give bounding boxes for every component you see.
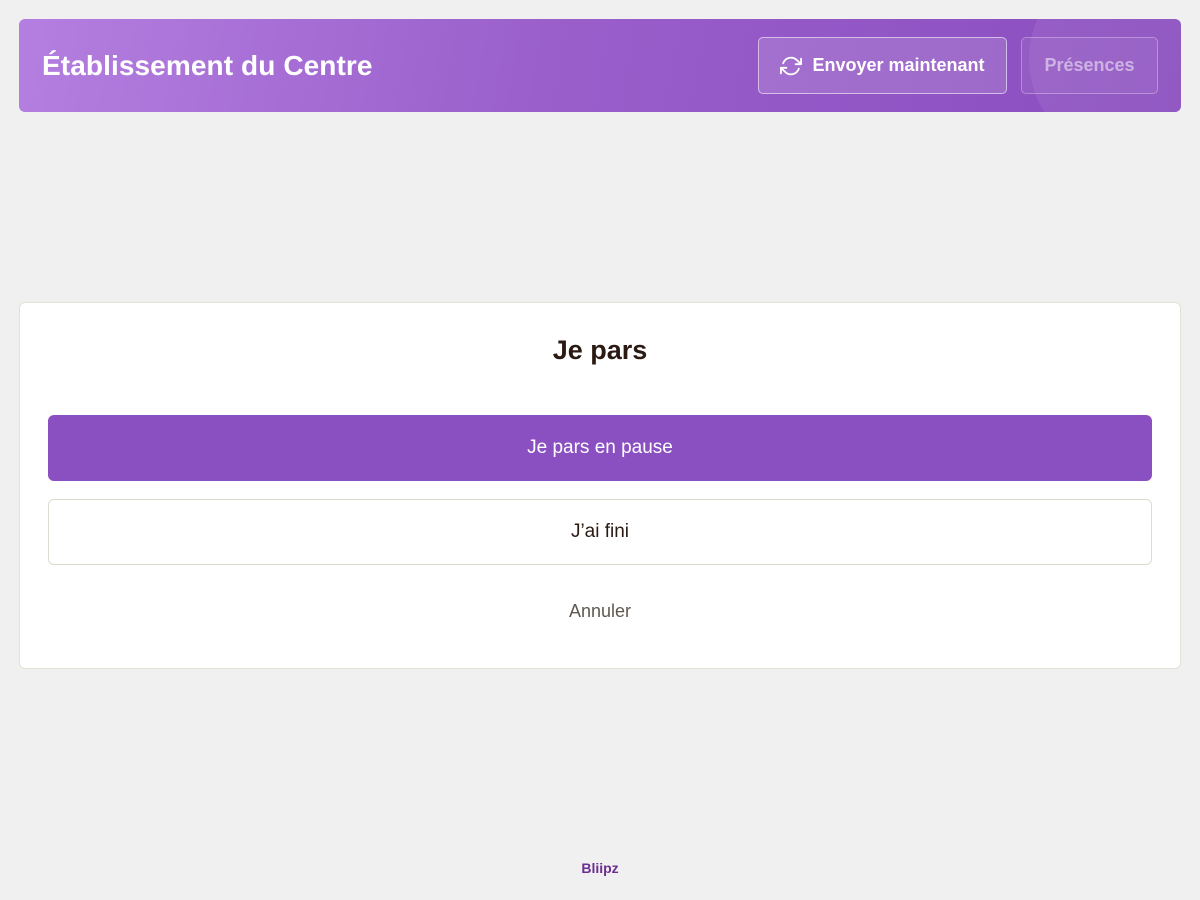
establishment-title: Établissement du Centre [42,49,373,81]
presences-label: Présences [1044,55,1135,75]
pause-button-label: Je pars en pause [527,437,673,458]
send-now-label: Envoyer maintenant [812,55,985,75]
leave-dialog: Je pars Je pars en pause J’ai fini Annul… [19,302,1181,669]
presences-button[interactable]: Présences [1021,37,1158,94]
app-header: Établissement du Centre Envoyer maintena… [19,19,1181,112]
cancel-button[interactable]: Annuler [520,593,680,629]
cancel-button-label: Annuler [568,600,632,621]
finished-button[interactable]: J’ai fini [48,499,1152,565]
pause-button[interactable]: Je pars en pause [48,415,1152,481]
send-now-button[interactable]: Envoyer maintenant [758,37,1007,94]
finished-button-label: J’ai fini [570,521,630,542]
refresh-icon [780,55,803,77]
brand-footer: Bliipz [581,860,619,876]
dialog-title: Je pars [552,335,648,365]
